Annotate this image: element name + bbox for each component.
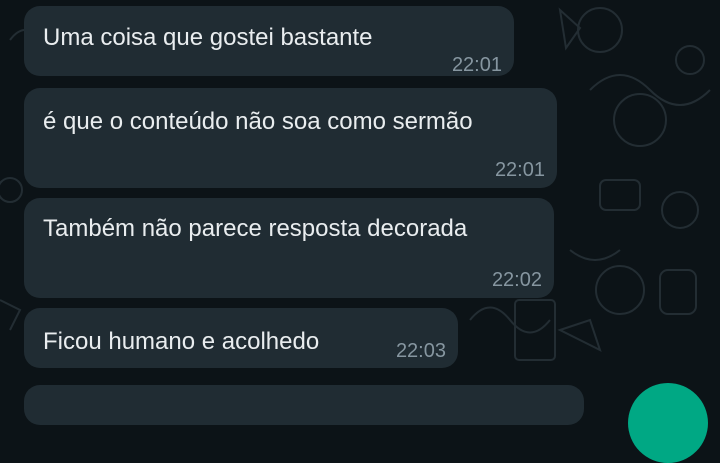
message-bubble-partial[interactable] <box>24 385 584 425</box>
message-bubble[interactable]: é que o conteúdo não soa como sermão 22:… <box>24 88 557 188</box>
message-timestamp: 22:03 <box>395 340 446 362</box>
floating-action-button[interactable] <box>628 383 708 463</box>
message-text: Também não parece resposta decorada <box>43 215 468 242</box>
message-text: Uma coisa que gostei bastante <box>43 24 373 51</box>
message-bubble[interactable]: Ficou humano e acolhedo 22:03 <box>24 308 458 368</box>
message-bubble[interactable]: Uma coisa que gostei bastante 22:01 <box>24 6 514 76</box>
message-text: é que o conteúdo não soa como sermão <box>43 108 473 135</box>
message-timestamp: 22:01 <box>494 159 545 181</box>
message-text: Ficou humano e acolhedo <box>43 328 320 355</box>
message-timestamp: 22:01 <box>451 54 502 76</box>
message-bubble[interactable]: Também não parece resposta decorada 22:0… <box>24 198 554 298</box>
message-timestamp: 22:02 <box>491 269 542 291</box>
